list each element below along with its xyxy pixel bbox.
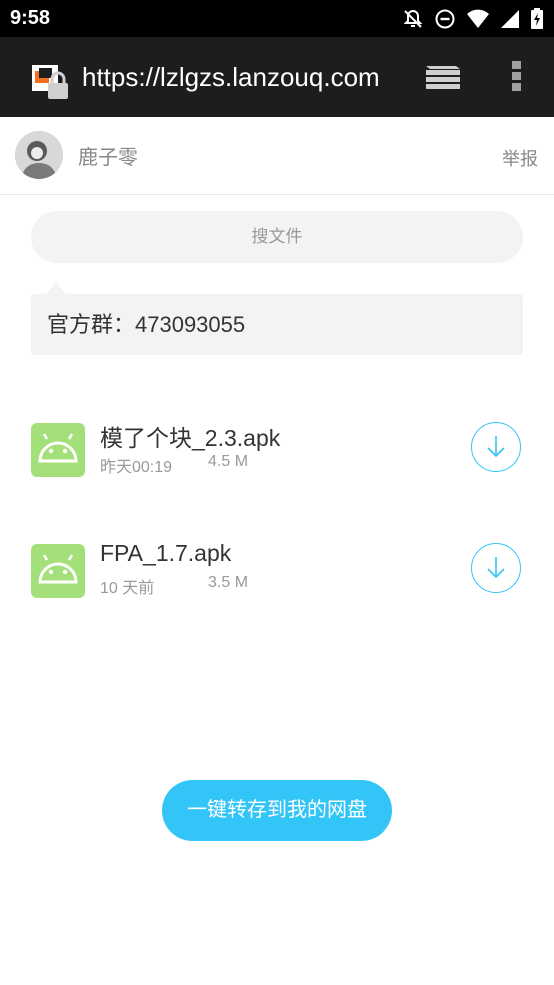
status-bar: 9:58 bbox=[0, 0, 554, 37]
save-to-cloud-button[interactable]: 一键转存到我的网盘 bbox=[162, 780, 392, 841]
browser-toolbar: https://lzlgzs.lanzouq.com bbox=[0, 37, 554, 117]
status-icons bbox=[402, 7, 544, 30]
url-field[interactable]: https://lzlgzs.lanzouq.com bbox=[82, 61, 394, 93]
share-header: 鹿子零 举报 bbox=[0, 117, 554, 195]
notifications-off-icon bbox=[402, 8, 424, 30]
file-name[interactable]: 模了个块_2.3.apk bbox=[100, 419, 280, 453]
avatar bbox=[15, 131, 63, 179]
download-button[interactable] bbox=[471, 543, 521, 593]
file-item[interactable]: FPA_1.7.apk 10 天前 3.5 M bbox=[31, 540, 523, 602]
android-icon bbox=[31, 544, 85, 598]
owner-name: 鹿子零 bbox=[78, 147, 138, 169]
wifi-icon bbox=[466, 9, 490, 29]
signal-icon bbox=[500, 9, 520, 29]
android-icon bbox=[31, 423, 85, 477]
download-button[interactable] bbox=[471, 422, 521, 472]
secure-site-icon bbox=[30, 63, 72, 101]
do-not-disturb-icon bbox=[434, 8, 456, 30]
file-size: 4.5 M bbox=[208, 453, 249, 470]
notice-arrow bbox=[46, 283, 66, 294]
file-name[interactable]: FPA_1.7.apk bbox=[100, 540, 231, 567]
file-date: 10 天前 bbox=[100, 580, 155, 597]
tabs-icon[interactable] bbox=[424, 62, 462, 97]
search-input[interactable]: 搜文件 bbox=[31, 211, 523, 263]
download-icon bbox=[487, 557, 505, 579]
file-item[interactable]: 模了个块_2.3.apk 昨天00:19 4.5 M bbox=[31, 421, 523, 481]
file-date: 昨天00:19 bbox=[100, 459, 173, 476]
battery-icon bbox=[530, 7, 544, 30]
status-time: 9:58 bbox=[10, 7, 51, 29]
more-menu-icon[interactable] bbox=[510, 59, 524, 98]
download-icon bbox=[487, 436, 505, 458]
notice-box: 官方群：473093055 bbox=[31, 294, 523, 355]
report-link[interactable]: 举报 bbox=[502, 145, 538, 171]
file-size: 3.5 M bbox=[208, 574, 249, 591]
